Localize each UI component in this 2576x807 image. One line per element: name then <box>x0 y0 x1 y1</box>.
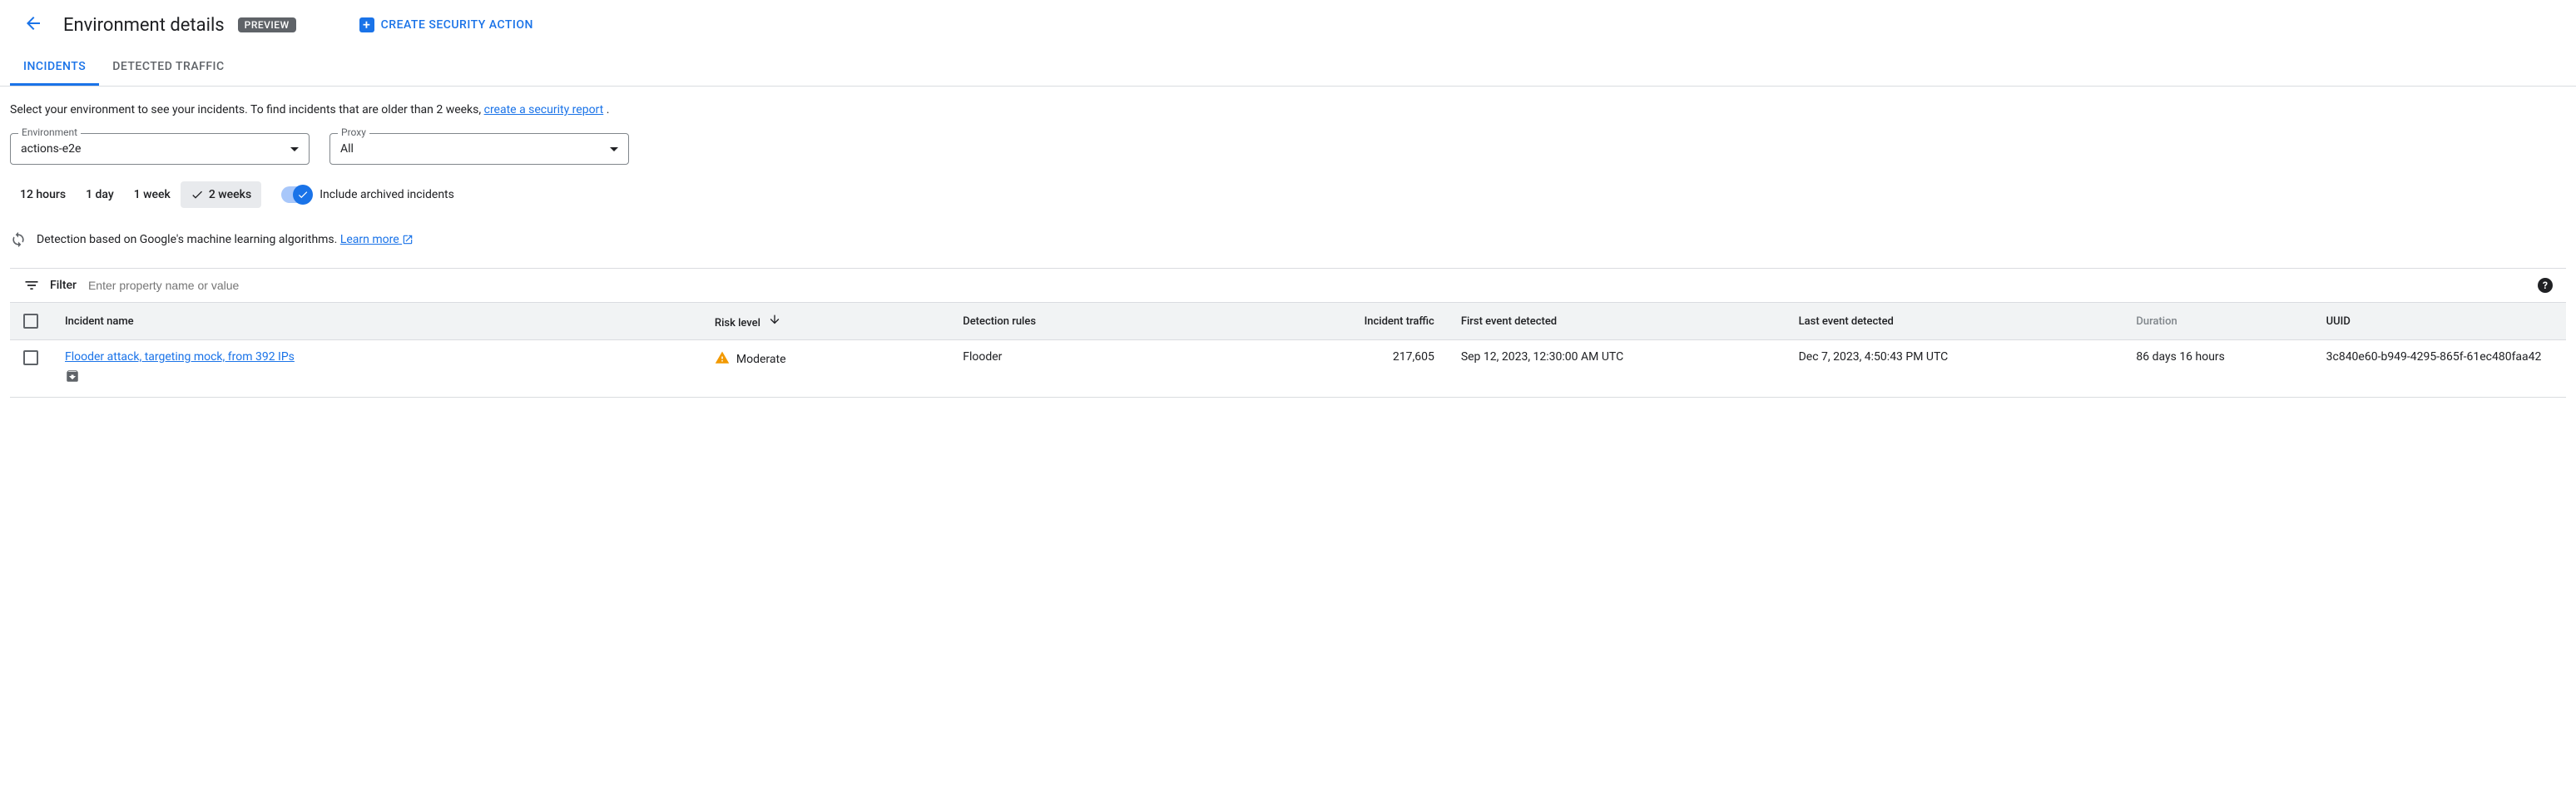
filter-bar: Filter ? <box>10 268 2566 302</box>
col-duration[interactable]: Duration <box>2123 303 2312 340</box>
detection-text: Detection based on Google's machine lear… <box>37 233 340 246</box>
incident-traffic-value: 217,605 <box>1202 340 1448 398</box>
select-all-checkbox[interactable] <box>23 314 38 329</box>
time-12-hours[interactable]: 12 hours <box>10 181 76 208</box>
proxy-value: All <box>340 142 354 156</box>
chevron-down-icon <box>290 147 299 151</box>
page-title: Environment details <box>63 15 225 36</box>
tab-detected-traffic[interactable]: DETECTED TRAFFIC <box>99 50 237 86</box>
duration-value: 86 days 16 hours <box>2123 340 2312 398</box>
time-1-day[interactable]: 1 day <box>76 181 124 208</box>
incidents-table: Incident name Risk level Detection rules… <box>10 302 2566 398</box>
create-report-link[interactable]: create a security report <box>484 103 604 116</box>
row-checkbox[interactable] <box>23 350 38 365</box>
col-uuid[interactable]: UUID <box>2313 303 2566 340</box>
filter-label: Filter <box>50 279 77 292</box>
first-event-value: Sep 12, 2023, 12:30:00 AM UTC <box>1448 340 1786 398</box>
proxy-select[interactable]: Proxy All <box>329 133 629 165</box>
col-detection-rules[interactable]: Detection rules <box>949 303 1202 340</box>
chevron-down-icon <box>610 147 618 151</box>
intro-before: Select your environment to see your inci… <box>10 103 484 116</box>
filter-icon <box>23 277 40 294</box>
check-icon <box>191 188 204 201</box>
detection-info: Detection based on Google's machine lear… <box>10 231 2566 248</box>
time-range-selector: 12 hours 1 day 1 week 2 weeks <box>10 181 261 208</box>
table-row: Flooder attack, targeting mock, from 392… <box>10 340 2566 398</box>
environment-select[interactable]: Environment actions-e2e <box>10 133 310 165</box>
col-last-event[interactable]: Last event detected <box>1786 303 2123 340</box>
col-first-event[interactable]: First event detected <box>1448 303 1786 340</box>
time-1-week[interactable]: 1 week <box>124 181 181 208</box>
include-archived-label: Include archived incidents <box>320 188 454 201</box>
col-incident-traffic[interactable]: Incident traffic <box>1202 303 1448 340</box>
filter-input[interactable] <box>87 278 2528 293</box>
create-action-label: CREATE SECURITY ACTION <box>381 18 533 32</box>
plus-icon: + <box>359 17 374 32</box>
time-2-weeks[interactable]: 2 weeks <box>181 181 261 208</box>
proxy-label: Proxy <box>338 126 369 138</box>
learn-more-link[interactable]: Learn more <box>340 233 414 246</box>
intro-after: . <box>603 103 609 116</box>
tab-incidents[interactable]: INCIDENTS <box>10 50 99 86</box>
environment-value: actions-e2e <box>21 142 81 156</box>
last-event-value: Dec 7, 2023, 4:50:43 PM UTC <box>1786 340 2123 398</box>
risk-level-value: Moderate <box>736 353 786 366</box>
intro-text: Select your environment to see your inci… <box>10 103 2566 116</box>
detection-rules-value: Flooder <box>949 340 1202 398</box>
incident-name-link[interactable]: Flooder attack, targeting mock, from 392… <box>65 350 295 364</box>
include-archived-toggle[interactable] <box>281 186 311 203</box>
create-security-action-button[interactable]: + CREATE SECURITY ACTION <box>359 17 533 32</box>
col-risk-level[interactable]: Risk level <box>701 303 949 340</box>
environment-label: Environment <box>18 126 81 138</box>
preview-badge: PREVIEW <box>238 17 296 32</box>
sort-down-icon <box>768 313 781 329</box>
col-incident-name[interactable]: Incident name <box>52 303 701 340</box>
help-icon[interactable]: ? <box>2538 278 2553 293</box>
uuid-value: 3c840e60-b949-4295-865f-61ec480faa42 <box>2313 340 2566 398</box>
back-arrow-icon[interactable] <box>17 7 50 43</box>
external-link-icon <box>402 234 414 245</box>
page-header: Environment details PREVIEW + CREATE SEC… <box>0 0 2576 50</box>
warning-icon <box>715 350 730 369</box>
archive-icon[interactable] <box>65 369 688 387</box>
check-icon <box>297 189 309 201</box>
tabs: INCIDENTS DETECTED TRAFFIC <box>0 50 2576 87</box>
time-2-weeks-label: 2 weeks <box>209 188 251 201</box>
refresh-icon <box>10 231 27 248</box>
